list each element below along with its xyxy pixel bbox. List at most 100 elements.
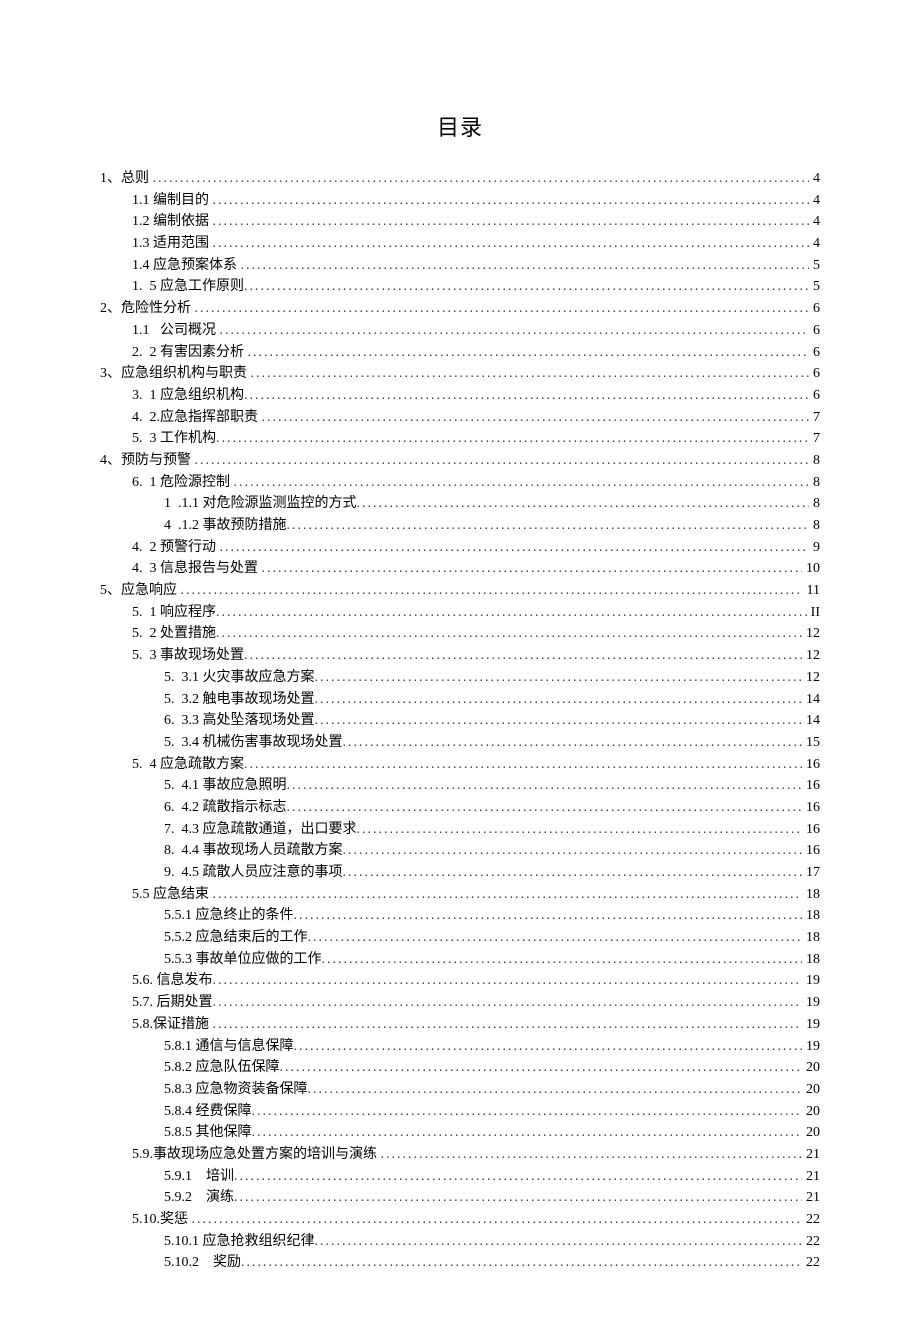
toc-entry-text: 3. 1 应急组织机构 bbox=[132, 385, 244, 407]
toc-entry-page: 14 bbox=[802, 710, 820, 732]
toc-entry: 4. 3 信息报告与处置 10 bbox=[100, 558, 820, 580]
toc-entry-text: 2、危险性分析 bbox=[100, 298, 195, 320]
toc-entry: 5.8.保证措施 19 bbox=[100, 1014, 820, 1036]
toc-dots bbox=[220, 537, 810, 559]
toc-title: 目录 bbox=[100, 110, 820, 142]
toc-entry: 5.5 应急结束 18 bbox=[100, 884, 820, 906]
toc-dots bbox=[280, 1057, 803, 1079]
toc-entry: 5. 4.1 事故应急照明16 bbox=[100, 775, 820, 797]
toc-entry-page: 19 bbox=[802, 970, 820, 992]
toc-entry-text: 7. 4.3 应急疏散通道，出口要求 bbox=[164, 819, 357, 841]
toc-entry: 5. 3.4 机械伤害事故现场处置15 bbox=[100, 732, 820, 754]
toc-entry-text: 1.4 应急预案体系 bbox=[132, 255, 241, 277]
toc-dots bbox=[195, 298, 810, 320]
toc-entry-text: 3、应急组织机构与职责 bbox=[100, 363, 251, 385]
toc-entry-text: 5.8.3 应急物资装备保障 bbox=[164, 1079, 308, 1101]
toc-entry-text: 1.1 公司概况 bbox=[132, 320, 220, 342]
toc-entry-page: 6 bbox=[809, 385, 820, 407]
toc-entry-page: 18 bbox=[802, 884, 820, 906]
toc-list: 1、总则 41.1 编制目的 41.2 编制依据 41.3 适用范围 41.4 … bbox=[100, 168, 820, 1274]
toc-entry: 5.8.4 经费保障20 bbox=[100, 1101, 820, 1123]
toc-entry-text: 5. 1 响应程序 bbox=[132, 602, 216, 624]
toc-entry-text: 1.3 适用范围 bbox=[132, 233, 213, 255]
toc-entry: 6. 3.3 高处坠落现场处置14 bbox=[100, 710, 820, 732]
toc-dots bbox=[244, 276, 809, 298]
toc-entry-page: 12 bbox=[802, 667, 820, 689]
toc-dots bbox=[213, 211, 810, 233]
toc-dots bbox=[287, 775, 803, 797]
toc-entry: 4. 2.应急指挥部职责 7 bbox=[100, 407, 820, 429]
toc-dots bbox=[248, 342, 810, 364]
toc-entry-page: 20 bbox=[802, 1122, 820, 1144]
toc-entry-page: 8 bbox=[809, 493, 820, 515]
toc-entry-text: 1 .1.1 对危险源监测监控的方式 bbox=[164, 493, 357, 515]
toc-entry-page: 16 bbox=[802, 840, 820, 862]
toc-entry-text: 4. 2.应急指挥部职责 bbox=[132, 407, 262, 429]
toc-entry-text: 1. 5 应急工作原则 bbox=[132, 276, 244, 298]
toc-entry-text: 4. 3 信息报告与处置 bbox=[132, 558, 262, 580]
toc-entry: 5.5.2 应急结束后的工作18 bbox=[100, 927, 820, 949]
toc-entry-text: 5.5.2 应急结束后的工作 bbox=[164, 927, 308, 949]
toc-entry-page: 22 bbox=[802, 1252, 820, 1274]
toc-entry: 5. 3.1 火灾事故应急方案12 bbox=[100, 667, 820, 689]
toc-dots bbox=[294, 1036, 803, 1058]
toc-entry-page: 20 bbox=[802, 1101, 820, 1123]
toc-dots bbox=[262, 407, 810, 429]
toc-entry-text: 5.5 应急结束 bbox=[132, 884, 213, 906]
toc-entry: 5. 3 事故现场处置12 bbox=[100, 645, 820, 667]
toc-entry-text: 6. 4.2 疏散指示标志 bbox=[164, 797, 287, 819]
toc-entry: 6. 4.2 疏散指示标志16 bbox=[100, 797, 820, 819]
toc-entry-text: 5.10.奖惩 bbox=[132, 1209, 192, 1231]
toc-dots bbox=[315, 689, 803, 711]
toc-dots bbox=[241, 1252, 802, 1274]
toc-entry: 1、总则 4 bbox=[100, 168, 820, 190]
toc-entry-text: 5. 4 应急疏散方案 bbox=[132, 754, 244, 776]
toc-entry: 2、危险性分析 6 bbox=[100, 298, 820, 320]
toc-entry-page: 7 bbox=[809, 428, 820, 450]
toc-dots bbox=[252, 1122, 803, 1144]
toc-entry-text: 5.9.2 演练 bbox=[164, 1187, 234, 1209]
toc-dots bbox=[213, 190, 810, 212]
toc-entry-text: 5.10.1 应急抢救组织纪律 bbox=[164, 1231, 315, 1253]
toc-entry: 5.8.3 应急物资装备保障20 bbox=[100, 1079, 820, 1101]
toc-entry: 8. 4.4 事故现场人员疏散方案16 bbox=[100, 840, 820, 862]
toc-entry-page: 4 bbox=[809, 211, 820, 233]
toc-entry-page: 21 bbox=[802, 1187, 820, 1209]
toc-dots bbox=[322, 949, 803, 971]
toc-entry: 4. 2 预警行动 9 bbox=[100, 537, 820, 559]
toc-dots bbox=[357, 819, 803, 841]
toc-entry: 5.10.1 应急抢救组织纪律 22 bbox=[100, 1231, 820, 1253]
toc-entry: 5.9.1 培训21 bbox=[100, 1166, 820, 1188]
toc-entry-page: 4 bbox=[809, 168, 820, 190]
toc-entry-page: 22 bbox=[802, 1231, 820, 1253]
toc-entry-text: 2. 2 有害因素分析 bbox=[132, 342, 248, 364]
toc-entry: 5. 2 处置措施12 bbox=[100, 623, 820, 645]
toc-entry-page: 10 bbox=[802, 558, 820, 580]
toc-dots bbox=[252, 1101, 803, 1123]
toc-entry: 5.5.1 应急终止的条件18 bbox=[100, 905, 820, 927]
toc-entry-text: 5.5.3 事故单位应做的工作 bbox=[164, 949, 322, 971]
toc-dots bbox=[308, 927, 803, 949]
toc-entry-page: 5 bbox=[809, 255, 820, 277]
toc-entry-text: 5.6. 信息发布 bbox=[132, 970, 213, 992]
toc-dots bbox=[308, 1079, 803, 1101]
toc-dots bbox=[213, 884, 803, 906]
toc-entry-text: 1、总则 bbox=[100, 168, 153, 190]
document-page: 目录 1、总则 41.1 编制目的 41.2 编制依据 41.3 适用范围 41… bbox=[0, 0, 920, 1334]
toc-entry-text: 5.8.2 应急队伍保障 bbox=[164, 1057, 280, 1079]
toc-entry-text: 4. 2 预警行动 bbox=[132, 537, 220, 559]
toc-dots bbox=[234, 1166, 802, 1188]
toc-entry-page: 21 bbox=[802, 1166, 820, 1188]
toc-entry-text: 5. 2 处置措施 bbox=[132, 623, 216, 645]
toc-entry: 1.3 适用范围 4 bbox=[100, 233, 820, 255]
toc-dots bbox=[234, 1187, 802, 1209]
toc-entry-text: 1.2 编制依据 bbox=[132, 211, 213, 233]
toc-entry-page: 6 bbox=[809, 342, 820, 364]
toc-entry-page: II bbox=[807, 602, 820, 624]
toc-dots bbox=[381, 1144, 803, 1166]
toc-entry-page: 21 bbox=[802, 1144, 820, 1166]
toc-entry: 4 .1.2 事故预防措施8 bbox=[100, 515, 820, 537]
toc-entry: 1.4 应急预案体系 5 bbox=[100, 255, 820, 277]
toc-dots bbox=[241, 255, 810, 277]
toc-entry: 1.1 编制目的 4 bbox=[100, 190, 820, 212]
